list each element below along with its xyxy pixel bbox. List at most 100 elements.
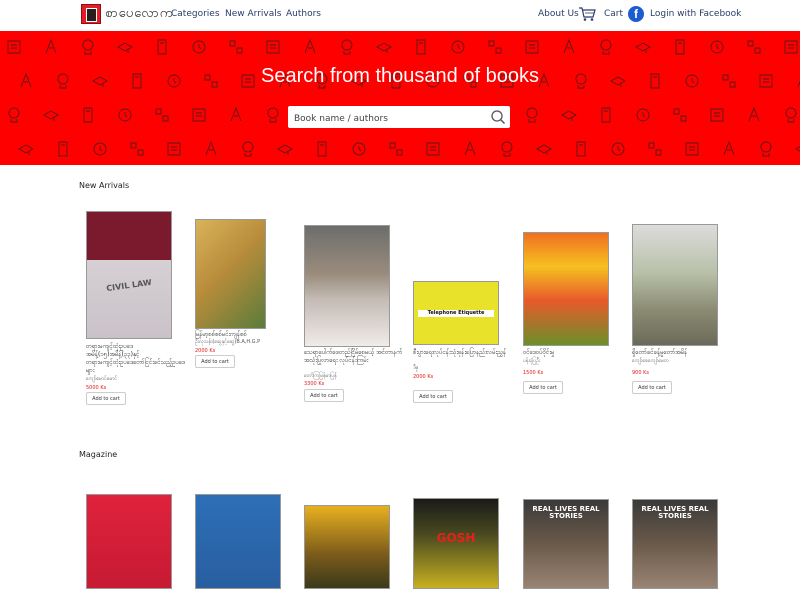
pattern-doodle [785, 107, 797, 123]
login-facebook-link[interactable]: Login with Facebook [650, 9, 741, 19]
pattern-doodle [416, 39, 426, 55]
book-author: ပန်းပုံပြဦး [523, 358, 541, 364]
cart-icon[interactable] [578, 6, 596, 22]
magazine-cover[interactable] [304, 505, 390, 589]
pattern-doodle [611, 142, 625, 156]
book-cover[interactable]: CIVIL LAW [86, 211, 172, 339]
nav-new-arrivals[interactable]: New Arrivals [225, 9, 281, 19]
hero-banner: Search from thousand of books [0, 31, 800, 165]
pattern-doodle [118, 108, 132, 122]
book-price: 1500 Ks [523, 370, 544, 376]
book-cover[interactable] [523, 232, 609, 346]
pattern-doodle [636, 108, 650, 122]
book-price: 3300 Ks [304, 381, 325, 387]
book-author: တော်ကြမြန်မာပြန် [304, 373, 337, 379]
book-title[interactable]: သေရာပေါက်ဖေတည်ငြိမ်စေမယ့် အင်တာနက်အသုံးပ… [304, 349, 404, 365]
magazine-cover[interactable] [86, 494, 172, 589]
pattern-doodle [685, 142, 699, 156]
add-to-cart-button[interactable]: Add to cart [86, 392, 126, 405]
pattern-doodle [8, 107, 20, 123]
pattern-doodle [83, 107, 93, 123]
book-author: ကျော်မောင်မောင် [86, 376, 118, 382]
book-logo-icon [81, 4, 101, 24]
search-input[interactable] [288, 108, 490, 130]
pattern-doodle [748, 106, 760, 122]
logo-text: စာပေလောက [105, 5, 174, 21]
pattern-doodle [426, 142, 440, 156]
nav-categories[interactable]: Categories [171, 9, 220, 19]
pattern-doodle [389, 142, 403, 156]
pattern-doodle [117, 42, 133, 53]
pattern-doodle [157, 39, 167, 55]
nav-authors[interactable]: Authors [286, 9, 321, 19]
pattern-doodle [43, 110, 59, 121]
nav-cart[interactable]: Cart [604, 9, 623, 19]
new-arrivals-heading: New Arrivals [79, 181, 130, 190]
add-to-cart-button[interactable]: Add to cart [413, 390, 453, 403]
book-title[interactable]: မြန်မာ့စစ်စစ်မင်းကျန်စစ် [195, 331, 295, 339]
site-logo[interactable]: စာပေလောက [81, 4, 173, 24]
magazine-cover[interactable]: REAL LIVES REAL STORIES [523, 499, 609, 589]
pattern-doodle [576, 141, 586, 157]
book-price: 900 Ks [632, 370, 650, 376]
book-cover[interactable] [195, 219, 266, 329]
pattern-doodle [673, 108, 687, 122]
add-to-cart-button[interactable]: Add to cart [195, 355, 235, 368]
pattern-doodle [675, 39, 685, 55]
book-author: ဦးလှသန်း(ဆွေနှင့်ဆွေ)B.A,H.G.P [195, 339, 261, 345]
pattern-doodle [561, 110, 577, 121]
book-author: ကျော်စေကျော်မေတ [632, 358, 669, 364]
search-icon[interactable] [490, 109, 506, 125]
magazine-cover[interactable] [195, 494, 281, 589]
book-price: 2000 Ks [195, 348, 216, 354]
pattern-doodle [242, 141, 254, 157]
pattern-doodle [601, 107, 611, 123]
search-box [288, 106, 510, 130]
book-price: 2000 Ks [413, 374, 434, 380]
pattern-doodle [525, 40, 539, 54]
book-title[interactable]: တရားမကျင့်ထုံးဥပဒေအမိန့်(၁၅)အမိန့်(၃၃)နှ… [86, 343, 186, 375]
pattern-doodle [18, 144, 34, 155]
magazine-cover[interactable]: REAL LIVES REAL STORIES [632, 499, 718, 589]
pattern-doodle [317, 141, 327, 157]
top-nav: စာပေလောက Categories New Arrivals Authors… [0, 0, 800, 31]
pattern-doodle [230, 106, 242, 122]
pattern-doodle [648, 142, 662, 156]
book-title[interactable]: စီးပွားရေးလုပ်ငန်းသုံးဖုန်းပြောနည်းလမ်းည… [413, 349, 513, 357]
pattern-doodle [192, 108, 206, 122]
book-title[interactable]: ဝင်ဒေဝပ်ဝိုင်းမှု [523, 349, 623, 357]
pattern-doodle [723, 140, 735, 156]
pattern-doodle [229, 40, 243, 54]
pattern-doodle [488, 40, 502, 54]
pattern-doodle [376, 42, 392, 53]
add-to-cart-button[interactable]: Add to cart [304, 389, 344, 402]
pattern-doodle [600, 39, 612, 55]
pattern-doodle [192, 40, 206, 54]
nav-about-us[interactable]: About Us [538, 9, 579, 19]
book-author: ဒီဇူ [413, 365, 419, 371]
book-price: 5000 Ks [86, 385, 107, 391]
magazine-heading: Magazine [79, 450, 118, 459]
add-to-cart-button[interactable]: Add to cart [632, 381, 672, 394]
book-title[interactable]: ရှိတော်ခင်ခန့်မှုတော်အမိန် [632, 349, 732, 357]
pattern-doodle [7, 40, 21, 54]
facebook-icon[interactable]: f [628, 6, 644, 22]
pattern-doodle [304, 38, 316, 54]
pattern-doodle [501, 141, 513, 157]
pattern-doodle [267, 107, 279, 123]
add-to-cart-button[interactable]: Add to cart [523, 381, 563, 394]
magazine-cover[interactable]: GOSH [413, 498, 499, 589]
pattern-doodle [167, 142, 181, 156]
pattern-doodle [747, 40, 761, 54]
pattern-doodle [710, 108, 724, 122]
pattern-doodle [341, 39, 353, 55]
pattern-doodle [93, 142, 107, 156]
pattern-doodle [464, 140, 476, 156]
book-cover[interactable]: Telephone Etiquette [413, 281, 499, 345]
book-cover[interactable] [632, 224, 718, 346]
pattern-doodle [130, 142, 144, 156]
book-cover[interactable] [304, 225, 390, 347]
pattern-doodle [277, 144, 293, 155]
pattern-doodle [451, 40, 465, 54]
hero-pattern [7, 38, 800, 157]
